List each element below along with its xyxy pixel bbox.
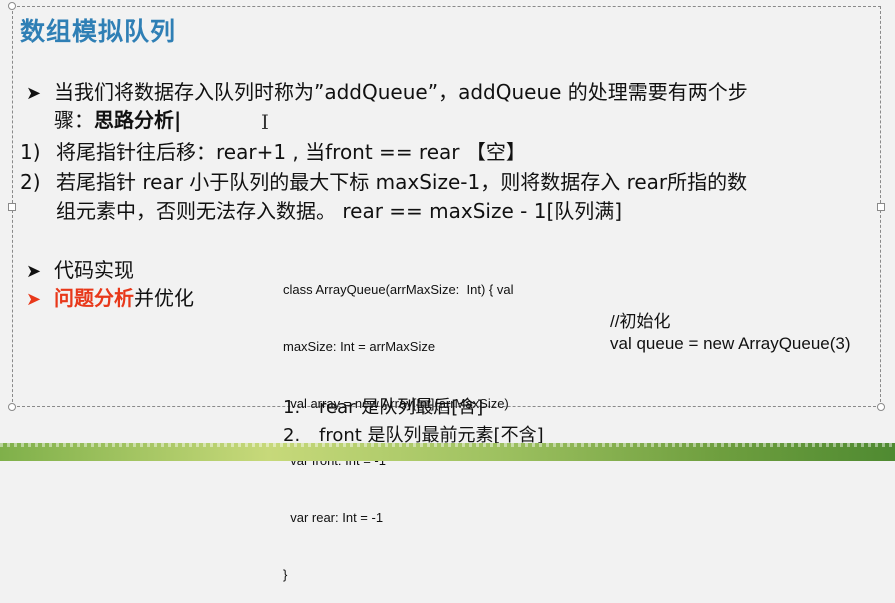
step-2: 2) 若尾指针 rear 小于队列的最大下标 maxSize-1，则将数据存入 r…	[20, 168, 747, 196]
code-line: }	[283, 567, 288, 582]
line2-bold: 思路分析|	[94, 108, 182, 132]
problem-analysis-rest: 并优化	[134, 286, 194, 310]
code-line: var rear: Int = -1	[283, 510, 384, 525]
resize-handle-top-left[interactable]	[8, 2, 16, 10]
code-block: class ArrayQueue(arrMaxSize: Int) { val …	[283, 242, 513, 603]
bullet-arrow-icon: ➤	[26, 261, 42, 282]
code-line: maxSize: Int = arrMaxSize	[283, 339, 436, 354]
code-line: class ArrayQueue(arrMaxSize: Int) { val	[283, 282, 514, 297]
bullet-arrow-icon: ➤	[26, 83, 42, 104]
note-item: 1. rear 是队列最后[含]	[283, 396, 483, 420]
decorative-footer-band	[0, 443, 895, 461]
step-1-number: 1)	[20, 140, 41, 164]
bullet-problem-analysis: ➤ 问题分析并优化	[26, 284, 194, 314]
step-1: 1) 将尾指针往后移：rear+1 , 当front == rear 【空】	[20, 138, 526, 166]
slide-title: 数组模拟队列	[20, 17, 177, 46]
step-2-line2: 组元素中，否则无法存入数据。 rear == maxSize - 1[队列满]	[56, 199, 623, 223]
bullet-arrow-icon: ➤	[26, 289, 42, 310]
problem-analysis-highlight: 问题分析	[54, 286, 134, 310]
bullet-add-queue-line2: 骤：思路分析|	[54, 106, 181, 134]
resize-handle-bottom-left[interactable]	[8, 403, 16, 411]
bullet-code-impl: ➤ 代码实现	[26, 256, 134, 286]
bullet-add-queue-line1: 当我们将数据存入队列时称为”addQueue”，addQueue 的处理需要有两…	[54, 80, 748, 104]
init-statement: val queue = new ArrayQueue(3)	[610, 334, 851, 353]
line2-prefix: 骤：	[54, 108, 94, 132]
resize-handle-middle-left[interactable]	[8, 203, 16, 211]
text-cursor-icon: I	[261, 110, 269, 134]
init-comment: //初始化	[610, 312, 671, 331]
bullet-code-impl-text: 代码实现	[54, 258, 134, 282]
init-code: //初始化 val queue = new ArrayQueue(3)	[610, 311, 851, 355]
resize-handle-middle-right[interactable]	[877, 203, 885, 211]
resize-handle-bottom-right[interactable]	[877, 403, 885, 411]
step-2-line1: 若尾指针 rear 小于队列的最大下标 maxSize-1，则将数据存入 rea…	[56, 170, 748, 194]
note-text: rear 是队列最后[含]	[319, 397, 484, 418]
step-2-number: 2)	[20, 170, 41, 194]
note-number: 1.	[283, 397, 301, 418]
bullet-add-queue: ➤ 当我们将数据存入队列时称为”addQueue”，addQueue 的处理需要有…	[26, 78, 748, 108]
step-1-text: 将尾指针往后移：rear+1 , 当front == rear 【空】	[56, 140, 526, 164]
